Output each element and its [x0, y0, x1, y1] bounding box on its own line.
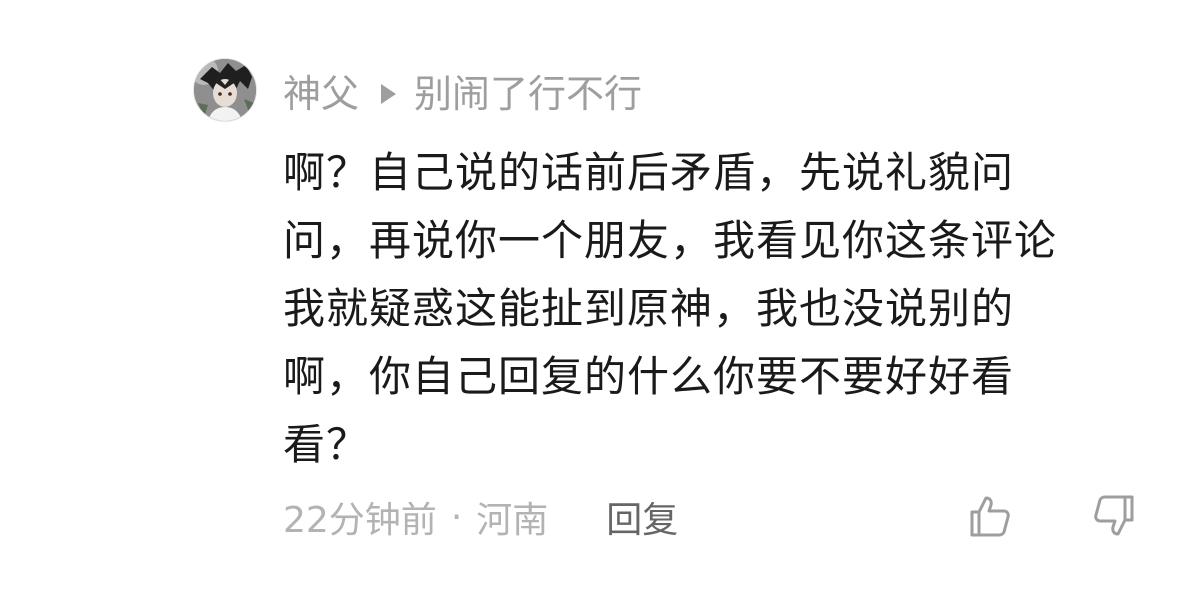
comment-text-line: 我就疑惑这能扯到原神，我也没说别的: [283, 284, 1015, 333]
reply-button[interactable]: 回复: [606, 491, 678, 543]
comment-time: 22分钟前: [283, 500, 437, 541]
user-avatar[interactable]: [193, 58, 257, 122]
thumbs-up-icon: [970, 496, 1010, 537]
comment-text: 啊？自己说的话前后矛盾，先说礼貌问 问，再说你一个朋友，我看见你这条评论 我就疑…: [283, 139, 1153, 479]
thumbs-down-icon: [1094, 495, 1134, 536]
comment-text-line: 啊，你自己回复的什么你要不要好好看: [283, 352, 1015, 401]
like-button[interactable]: [966, 492, 1014, 540]
avatar-image: [194, 59, 256, 121]
comment-footer: 22分钟前 · 河南 回复: [283, 492, 678, 542]
separator-dot: ·: [450, 496, 463, 538]
dislike-button[interactable]: [1090, 492, 1138, 540]
comment-header: 神父 别闹了行不行: [283, 70, 642, 118]
reply-to-text: 别闹了行不行: [414, 72, 643, 116]
reply-arrow-icon: [381, 84, 397, 104]
comment-text-line: 看？: [283, 420, 370, 469]
comment-item: 神父 别闹了行不行 啊？自己说的话前后矛盾，先说礼貌问 问，再说你一个朋友，我看…: [0, 0, 1181, 591]
comment-text-line: 啊？自己说的话前后矛盾，先说礼貌问: [283, 148, 1015, 197]
comment-text-line: 问，再说你一个朋友，我看见你这条评论: [283, 216, 1058, 265]
username[interactable]: 神父: [283, 70, 359, 118]
comment-location: 河南: [476, 500, 549, 541]
